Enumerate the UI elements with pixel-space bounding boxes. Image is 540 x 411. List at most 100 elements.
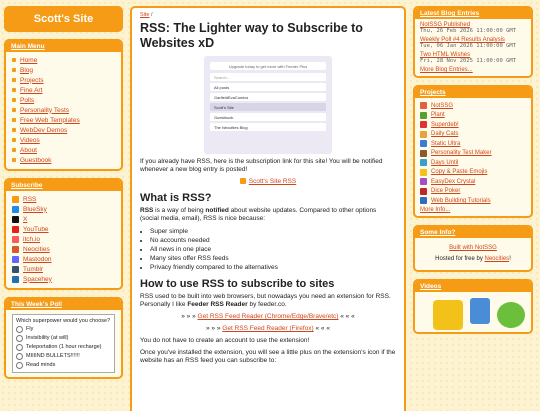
copy-paste-emojis-icon <box>420 168 427 176</box>
benefits-list: Super simpleNo accounts neededAll news i… <box>140 227 396 272</box>
subscribe-box: Subscribe RSS BlueSky X YouTube itch.io Neoci… <box>4 178 123 290</box>
bullet-icon <box>12 138 16 142</box>
project-item-static-ultra[interactable]: Static Ultra <box>420 139 526 149</box>
radio-button[interactable] <box>16 335 23 342</box>
subscribe-list: RSS BlueSky X YouTube itch.io Neocities Mastod… <box>6 191 121 288</box>
projects-box: Projects NotSSG Plant Superdeb! Daily Cats S… <box>413 85 533 218</box>
poll-heading: This Week's Poll <box>6 299 121 310</box>
project-item-web-building-tutorials[interactable]: Web Building Tutorials <box>420 196 526 206</box>
benefit-item: Many sites offer RSS feeds <box>150 254 396 263</box>
subscribe-item-neocities[interactable]: Neocities <box>12 244 115 254</box>
radio-button[interactable] <box>16 353 23 360</box>
shot-feed-row: All posts <box>210 83 326 91</box>
project-item-notssg[interactable]: NotSSG <box>420 101 526 111</box>
bullet-icon <box>12 98 16 102</box>
how-heading: How to use RSS to subscribe to sites <box>140 278 335 290</box>
main-menu-item-blog[interactable]: Blog <box>12 65 115 75</box>
videos-box: Videos <box>413 278 533 334</box>
poll-option[interactable]: Read minds <box>16 362 111 369</box>
project-item-dice-poker[interactable]: Dice Poker <box>420 187 526 197</box>
subscribe-heading: Subscribe <box>6 180 121 191</box>
videos-heading: Videos <box>415 280 531 292</box>
radio-button[interactable] <box>16 362 23 369</box>
poll-question: Which superpower would you choose? <box>16 318 111 324</box>
subscribe-item-youtube[interactable]: YouTube <box>12 224 115 234</box>
shot-banner: Upgrade today to get more with Feeder Pl… <box>210 62 326 70</box>
what-heading: What is RSS? <box>140 192 212 204</box>
firefox-extension-link[interactable]: Get RSS Feed Reader (Firefox) <box>222 325 313 332</box>
subscribe-item-mastodon[interactable]: Mastodon <box>12 254 115 264</box>
notssg-icon <box>420 102 427 110</box>
poll-option[interactable]: Teleportation (1 hour recharge) <box>16 344 111 351</box>
video-thumb-3[interactable] <box>497 301 525 328</box>
static-ultra-icon <box>420 140 427 148</box>
project-item-copy-paste-emojis[interactable]: Copy & Paste Emojis <box>420 168 526 178</box>
blog-entry: Weekly Poll #4 Results Analysis Tue, 06 J… <box>415 36 531 51</box>
poll-option[interactable]: MIIIIND BULLETS!!!!!! <box>16 353 111 360</box>
left-sidebar: Scott's Site Main Menu Home Blog Projects F… <box>4 6 123 386</box>
main-menu-item-personality-tests[interactable]: Personality Tests <box>12 105 115 115</box>
bullet-icon <box>12 118 16 122</box>
main-menu-item-home[interactable]: Home <box>12 55 115 65</box>
main-menu-item-projects[interactable]: Projects <box>12 75 115 85</box>
project-item-superdeb[interactable]: Superdeb! <box>420 120 526 130</box>
superdeb-icon <box>420 121 427 129</box>
more-blog-link[interactable]: More Blog Entries... <box>420 67 473 73</box>
spacehey-icon <box>12 275 19 283</box>
main-menu-item-free-web-templates[interactable]: Free Web Templates <box>12 115 115 125</box>
main-menu-item-fine-art[interactable]: Fine Art <box>12 85 115 95</box>
subscribe-item-rss[interactable]: RSS <box>12 194 115 204</box>
shot-feed-row: Scott's Site <box>210 103 326 111</box>
web-building-tutorials-icon <box>420 197 427 205</box>
personality-test-maker-icon <box>420 149 427 157</box>
main-menu-item-about[interactable]: About <box>12 145 115 155</box>
main-menu-heading: Main Menu <box>6 41 121 52</box>
main-menu-item-webdev-demos[interactable]: WebDev Demos <box>12 125 115 135</box>
neocities-link[interactable]: Neocities <box>485 256 510 262</box>
dice-poker-icon <box>420 187 427 195</box>
rss-icon <box>12 195 19 203</box>
bullet-icon <box>12 148 16 152</box>
once-text: Once you've installed the extension, you… <box>140 349 396 364</box>
main-content: Site / RSS: The Lighter way to Subscribe… <box>130 6 406 411</box>
subscribe-item-bluesky[interactable]: BlueSky <box>12 204 115 214</box>
bullet-icon <box>12 128 16 132</box>
project-item-days-until[interactable]: Days Until <box>420 158 526 168</box>
chrome-extension-link[interactable]: Get RSS Feed Reader (Chrome/Edge/Brave/e… <box>198 313 339 320</box>
notssg-built-link[interactable]: Built with NotSSG <box>449 245 497 251</box>
projects-heading: Projects <box>415 87 531 98</box>
days-until-icon <box>420 159 427 167</box>
easydex-crystal-icon <box>420 178 427 186</box>
breadcrumb-sep: / <box>149 12 153 18</box>
itch-io-icon <box>12 235 19 243</box>
project-item-daily-cats[interactable]: Daily Cats <box>420 130 526 140</box>
main-menu-item-videos[interactable]: Videos <box>12 135 115 145</box>
site-title[interactable]: Scott's Site <box>4 6 123 32</box>
radio-button[interactable] <box>16 344 23 351</box>
project-item-easydex-crystal[interactable]: EasyDex Crystal <box>420 177 526 187</box>
some-info-box: Some Info? Built with NotSSG Hosted for … <box>413 224 533 272</box>
more-info-link[interactable]: More Info... <box>420 207 450 213</box>
subscribe-item-x[interactable]: X <box>12 214 115 224</box>
project-item-plant[interactable]: Plant <box>420 111 526 121</box>
video-thumb-2[interactable] <box>470 297 490 324</box>
blog-entry-date: Fri, 28 Nov 2025 11:00:00 GMT <box>420 58 517 64</box>
rss-feed-link[interactable]: Scott's Site RSS <box>249 178 296 185</box>
poll-option[interactable]: Fly <box>16 326 111 333</box>
subscribe-item-itch-io[interactable]: itch.io <box>12 234 115 244</box>
benefit-item: No accounts needed <box>150 236 396 245</box>
main-menu-item-polls[interactable]: Polls <box>12 95 115 105</box>
main-menu-item-guestbook[interactable]: Guestbook <box>12 155 115 165</box>
video-thumbnails[interactable] <box>415 291 531 332</box>
radio-button[interactable] <box>16 326 23 333</box>
project-item-personality-test-maker[interactable]: Personality Test Maker <box>420 149 526 159</box>
subscribe-item-tumblr[interactable]: Tumblr <box>12 264 115 274</box>
latest-heading: Latest Blog Entries <box>415 8 531 19</box>
video-thumb-1[interactable] <box>433 299 463 330</box>
poll-option[interactable]: Invisibility (at will) <box>16 335 111 342</box>
subscribe-item-spacehey[interactable]: Spacehey <box>12 274 115 284</box>
bullet-icon <box>12 78 16 82</box>
feeder-screenshot: Upgrade today to get more with Feeder Pl… <box>204 56 332 154</box>
shot-feed-row: The Neocities Blog <box>210 123 326 131</box>
page-title: RSS: The Lighter way to Subscribe to Web… <box>140 21 363 50</box>
